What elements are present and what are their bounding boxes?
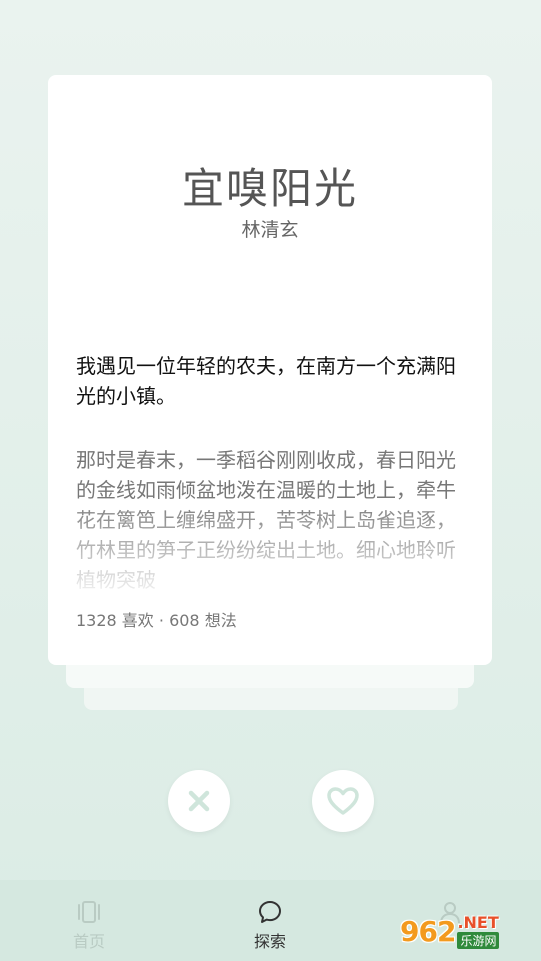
tab-home[interactable]: 首页: [44, 898, 134, 952]
article-title: 宜嗅阳光: [181, 164, 358, 213]
article-card[interactable]: 宜嗅阳光 林清玄 我遇见一位年轻的农夫，在南方一个充满阳光的小镇。 那时是春末，…: [48, 75, 492, 665]
like-button[interactable]: [312, 770, 374, 832]
article-stats: 1328 喜欢 · 608 想法: [76, 611, 237, 630]
watermark-site-name: 乐游网: [457, 932, 500, 949]
article-author: 林清玄: [241, 219, 299, 241]
tab-explore-label: 探索: [253, 932, 286, 951]
tab-home-label: 首页: [72, 932, 105, 951]
chat-bubble-icon: [259, 901, 281, 923]
tab-explore[interactable]: 探索: [225, 898, 315, 952]
site-watermark: 962 .NET 乐游网: [400, 905, 540, 957]
article-excerpt: 那时是春末，一季稻谷刚刚收成，春日阳光的金线如雨倾盆地泼在温暖的土地上，牵牛花在…: [76, 448, 456, 592]
heart-icon: [327, 787, 359, 815]
close-icon: [188, 790, 210, 812]
watermark-number: 962: [400, 914, 456, 948]
skip-button[interactable]: [168, 770, 230, 832]
watermark-net: .NET: [457, 913, 499, 932]
article-lead: 我遇见一位年轻的农夫，在南方一个充满阳光的小镇。: [76, 354, 456, 408]
cards-icon: [78, 901, 100, 923]
